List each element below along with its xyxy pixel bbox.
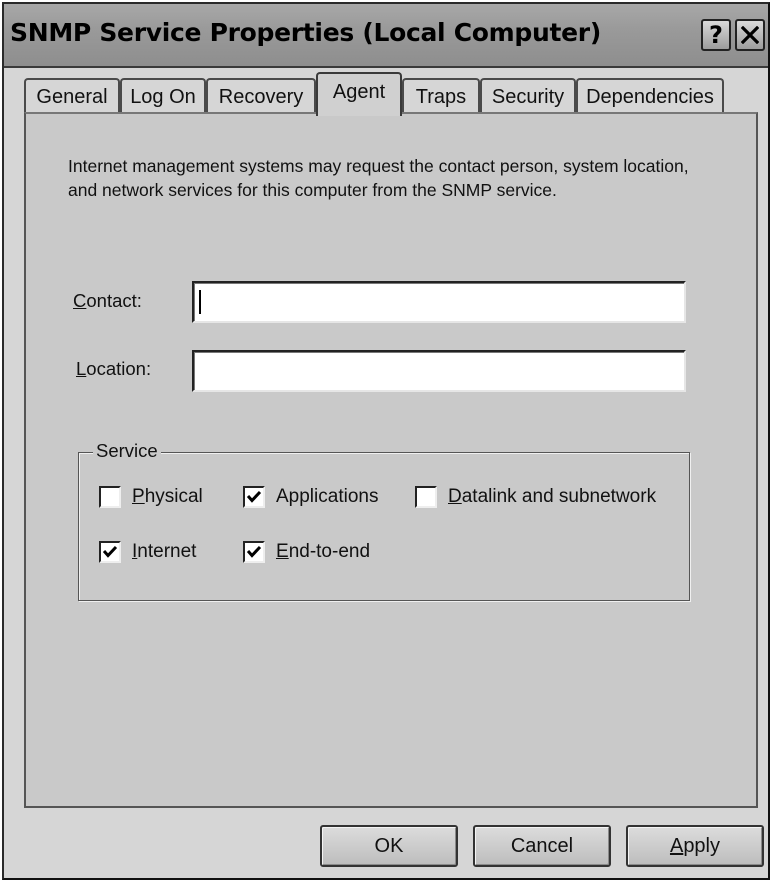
tab-label: Dependencies: [586, 85, 714, 108]
tab-label: Traps: [415, 85, 467, 108]
checkmark-icon: [246, 545, 262, 558]
agent-tab-panel: Internet management systems may request …: [24, 112, 758, 808]
checkbox-box: [415, 486, 437, 508]
contact-field[interactable]: [192, 281, 686, 323]
checkbox-box: [243, 486, 265, 508]
tab-label: Agent: [332, 81, 386, 103]
apply-button[interactable]: Apply: [626, 825, 764, 867]
agent-description: Internet management systems may request …: [68, 156, 689, 200]
tab-dependencies[interactable]: Dependencies: [576, 78, 724, 114]
title-bar[interactable]: SNMP Service Properties (Local Computer)…: [4, 4, 768, 68]
checkbox-box: [99, 486, 121, 508]
checkbox-box: [99, 541, 121, 563]
button-label: Apply: [669, 834, 721, 857]
internet-checkbox[interactable]: Internet: [99, 541, 196, 563]
help-icon: ?: [709, 21, 723, 49]
properties-dialog: SNMP Service Properties (Local Computer)…: [2, 2, 770, 880]
checkbox-label: Datalink and subnetwork: [448, 486, 657, 507]
applications-checkbox[interactable]: Applications: [243, 486, 378, 508]
tab-general[interactable]: General: [24, 78, 120, 114]
ok-button[interactable]: OK: [320, 825, 458, 867]
tab-label: Log On: [130, 85, 196, 108]
service-legend: Service: [93, 440, 161, 462]
checkbox-label: Applications: [276, 486, 379, 507]
tab-label: General: [36, 85, 108, 108]
service-groupbox: Service Physical Applications Datalink a…: [78, 440, 690, 601]
checkbox-box: [243, 541, 265, 563]
physical-checkbox[interactable]: Physical: [99, 486, 203, 508]
button-label: Cancel: [510, 834, 574, 857]
button-label: OK: [374, 834, 404, 857]
checkmark-icon: [246, 490, 262, 503]
tab-recovery[interactable]: Recovery: [206, 78, 316, 114]
contact-label: Contact:: [73, 290, 142, 311]
tab-log-on[interactable]: Log On: [120, 78, 206, 114]
cancel-button[interactable]: Cancel: [473, 825, 611, 867]
checkbox-label: Physical: [132, 486, 203, 507]
tab-agent[interactable]: Agent: [316, 72, 402, 116]
location-label: Location:: [76, 358, 152, 379]
checkbox-label: Internet: [132, 541, 197, 562]
help-button[interactable]: ?: [701, 19, 731, 51]
checkmark-icon: [102, 545, 118, 558]
end-to-end-checkbox[interactable]: End-to-end: [243, 541, 370, 563]
close-button[interactable]: [735, 19, 765, 51]
tab-label: Recovery: [218, 85, 304, 108]
tab-traps[interactable]: Traps: [402, 78, 480, 114]
tab-label: Security: [491, 85, 565, 108]
window-title: SNMP Service Properties (Local Computer): [10, 18, 601, 47]
checkbox-label: End-to-end: [276, 541, 371, 562]
datalink-checkbox[interactable]: Datalink and subnetwork: [415, 486, 656, 508]
close-icon: [741, 26, 759, 44]
location-field[interactable]: [192, 350, 686, 392]
tab-security[interactable]: Security: [480, 78, 576, 114]
text-caret: [199, 290, 201, 314]
